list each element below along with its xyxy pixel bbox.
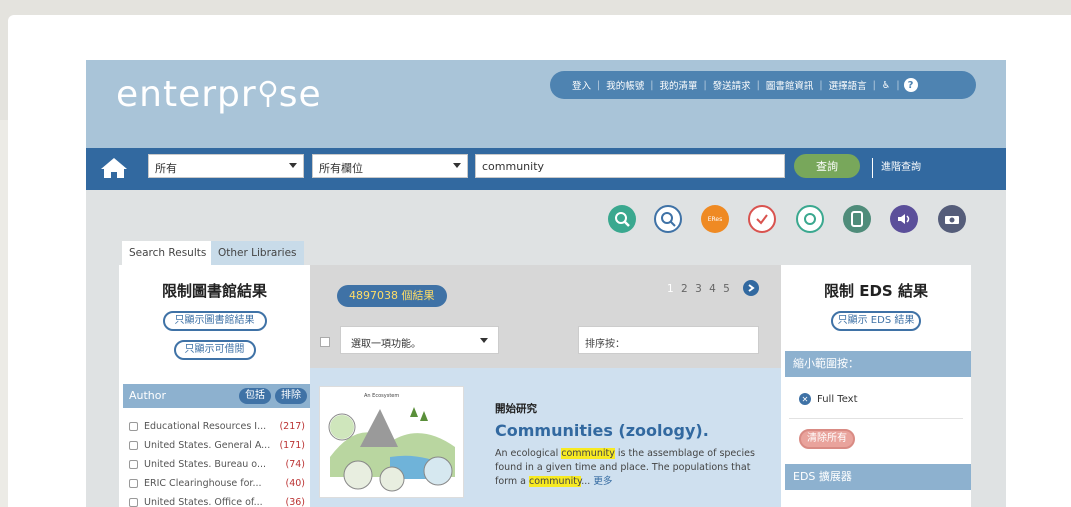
narrow-by-header: 縮小範圍按：	[785, 351, 971, 377]
exclude-button[interactable]: 排除	[275, 388, 307, 404]
chevron-down-icon	[289, 163, 297, 168]
facet-item[interactable]: ERIC Clearinghouse for... (40)	[129, 475, 305, 491]
author-facet-title: Author	[129, 389, 167, 402]
available-only-button[interactable]: 只顯示可借閱	[173, 340, 256, 360]
more-link[interactable]: 更多	[593, 476, 612, 487]
facet-item[interactable]: United States. Bureau o... (74)	[129, 456, 305, 472]
logo[interactable]: enterpr se	[116, 74, 322, 115]
checklist-icon[interactable]	[748, 205, 776, 233]
nav-login[interactable]: 登入	[566, 78, 597, 92]
eds-expanders-header: EDS 擴展器	[785, 464, 971, 490]
accessibility-icon[interactable]: ♿	[876, 80, 897, 91]
page-link[interactable]: 2	[681, 283, 690, 295]
result-title-link[interactable]: Communities (zoology).	[495, 421, 709, 440]
facet-checkbox[interactable]	[129, 421, 138, 431]
library-limits-title: 限制圖書館結果	[161, 282, 267, 300]
pagination: 1 2 3 4 5	[667, 283, 732, 295]
chevron-down-icon	[480, 338, 488, 343]
full-text-filter[interactable]: ✕ Full Text	[799, 393, 858, 405]
results-panel: 4897038 個結果 1 2 3 4 5 選取一項功能。 排序按： An Ec…	[310, 265, 781, 507]
library-only-button[interactable]: 只顯示圖書館結果	[162, 311, 267, 331]
result-snippet: An ecological community is the assemblag…	[495, 448, 755, 487]
field-select-value: 所有欄位	[319, 162, 363, 175]
camera-icon[interactable]	[938, 205, 966, 233]
eres-icon[interactable]: ERes	[701, 205, 729, 233]
enterprise-app: enterpr se 登入 | 我的帳號 | 我的清單 | 發送請求 | 圖書館資訊 | 選…	[86, 60, 1006, 507]
next-page-icon[interactable]	[743, 280, 759, 296]
thumbnail-title: An Ecosystem	[364, 393, 399, 399]
magnifier-i-icon	[257, 80, 279, 112]
nav-my-list[interactable]: 我的清單	[653, 78, 703, 92]
search-zoom-icon[interactable]	[608, 205, 636, 233]
result-count-badge: 4897038 個結果	[337, 285, 447, 307]
header: enterpr se 登入 | 我的帳號 | 我的清單 | 發送請求 | 圖書館資訊 | 選…	[86, 60, 1006, 148]
result-kicker: 開始研究	[495, 403, 537, 415]
page-link[interactable]: 3	[695, 283, 704, 295]
highlight-term: community	[529, 476, 582, 487]
search-input[interactable]: community	[475, 154, 785, 178]
facet-item[interactable]: Educational Resources I... (217)	[129, 418, 305, 434]
result-thumbnail[interactable]: An Ecosystem	[319, 386, 464, 498]
tablet-icon[interactable]	[843, 205, 871, 233]
top-navigation: 登入 | 我的帳號 | 我的清單 | 發送請求 | 圖書館資訊 | 選擇語言 | ♿ | ?	[550, 71, 976, 99]
help-icon[interactable]: ?	[903, 78, 918, 92]
author-facet-header: Author 包括 排除	[123, 384, 310, 408]
eds-limits-title: 限制 EDS 結果	[824, 282, 928, 300]
tab-search-results[interactable]: Search Results	[122, 241, 214, 265]
help-search-icon[interactable]	[654, 205, 682, 233]
audio-icon[interactable]	[890, 205, 918, 233]
eds-limits-panel: 限制 EDS 結果 只顯示 EDS 結果 縮小範圍按： ✕ Full Text …	[781, 265, 971, 507]
nav-library-info[interactable]: 圖書館資訊	[760, 78, 820, 92]
facet-item[interactable]: United States. Office of... (36)	[129, 494, 305, 507]
scope-select[interactable]: 所有	[148, 154, 304, 178]
nav-my-account[interactable]: 我的帳號	[600, 78, 650, 92]
highlight-term: community	[561, 448, 615, 459]
divider	[789, 418, 963, 419]
facet-checkbox[interactable]	[129, 440, 138, 450]
include-button[interactable]: 包括	[239, 388, 271, 404]
tab-other-libraries[interactable]: Other Libraries	[211, 241, 304, 265]
select-all-checkbox[interactable]	[320, 337, 330, 347]
sort-select[interactable]: 排序按：	[578, 326, 759, 354]
facet-checkbox[interactable]	[129, 478, 138, 488]
clear-all-button[interactable]: 清除所有	[799, 429, 855, 449]
page-link[interactable]: 4	[709, 283, 718, 295]
chevron-down-icon	[453, 163, 461, 168]
eds-only-button[interactable]: 只顯示 EDS 結果	[831, 311, 921, 331]
facet-checkbox[interactable]	[129, 459, 138, 469]
facet-item[interactable]: United States. General A... (171)	[129, 437, 305, 453]
network-icon[interactable]	[796, 205, 824, 233]
bulk-action-select[interactable]: 選取一項功能。	[340, 326, 499, 354]
search-button[interactable]: 查詢	[794, 154, 860, 178]
nav-select-language[interactable]: 選擇語言	[823, 78, 873, 92]
scope-select-value: 所有	[155, 162, 177, 175]
full-text-label: Full Text	[817, 393, 858, 405]
search-bar: 所有 所有欄位 community 查詢 進階查詢	[86, 148, 1006, 190]
library-limits-panel: 限制圖書館結果 只顯示圖書館結果 只顯示可借閱 Author 包括 排除 Edu…	[119, 265, 310, 507]
remove-filter-icon[interactable]: ✕	[799, 393, 811, 405]
bulk-action-value: 選取一項功能。	[351, 339, 421, 350]
nav-send-request[interactable]: 發送請求	[707, 78, 757, 92]
advanced-search-link[interactable]: 進階查詢	[872, 158, 921, 178]
facet-checkbox[interactable]	[129, 497, 138, 507]
page-link[interactable]: 1	[667, 283, 676, 295]
home-icon[interactable]	[100, 157, 128, 179]
page-link[interactable]: 5	[723, 283, 732, 295]
results-toolbar: 4897038 個結果 1 2 3 4 5 選取一項功能。 排序按：	[310, 265, 781, 368]
field-select[interactable]: 所有欄位	[312, 154, 468, 178]
